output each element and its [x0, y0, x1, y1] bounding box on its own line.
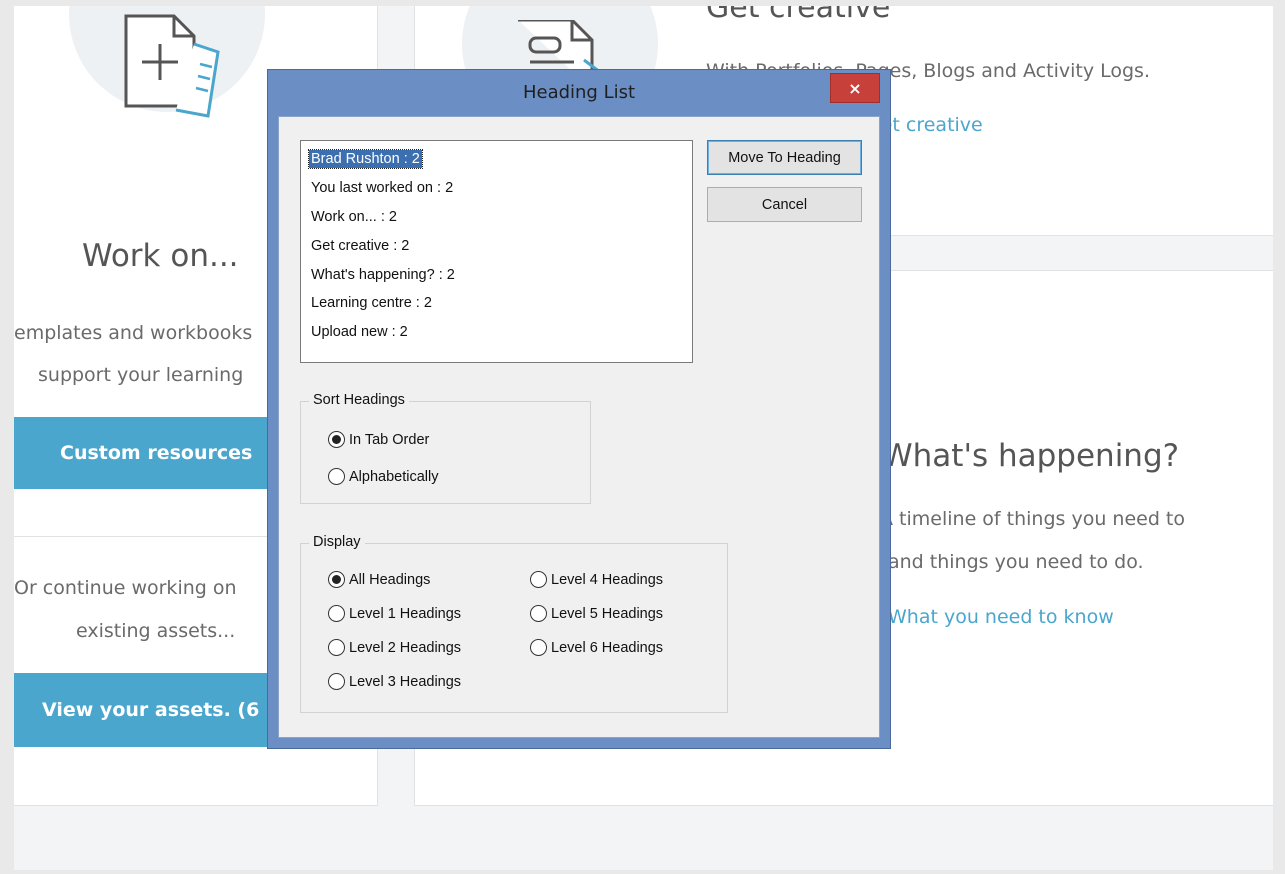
- heading-list-item[interactable]: Upload new : 2: [309, 318, 692, 347]
- view-assets-button[interactable]: View your assets. (6: [14, 673, 294, 747]
- dialog-body: Brad Rushton : 2 You last worked on : 2 …: [278, 116, 880, 738]
- radio-unselected-icon: [328, 468, 345, 485]
- radio-unselected-icon: [328, 639, 345, 656]
- work-on-description: emplates and workbooks: [14, 322, 253, 344]
- heading-list-item[interactable]: You last worked on : 2: [309, 174, 692, 203]
- move-to-heading-button[interactable]: Move To Heading: [707, 140, 862, 175]
- get-creative-title: Get creative: [706, 6, 891, 25]
- heading-list-dialog: Heading List × Brad Rushton : 2 You last…: [267, 69, 891, 749]
- close-button[interactable]: ×: [830, 73, 880, 103]
- radio-unselected-icon: [328, 673, 345, 690]
- work-on-title: Work on...: [82, 238, 239, 274]
- headings-listbox[interactable]: Brad Rushton : 2 You last worked on : 2 …: [300, 140, 693, 363]
- custom-resources-button[interactable]: Custom resources: [14, 417, 294, 489]
- radio-unselected-icon: [530, 639, 547, 656]
- sort-headings-group: Sort Headings In Tab Order Alphabeticall…: [300, 392, 591, 504]
- radio-in-tab-order[interactable]: In Tab Order: [328, 431, 429, 448]
- dialog-title: Heading List: [522, 82, 636, 103]
- new-document-icon: [124, 14, 220, 118]
- display-group: Display All Headings Level 1 Headings Le…: [300, 534, 728, 713]
- continue-working-text: Or continue working on: [14, 577, 237, 599]
- whats-happening-link[interactable]: What you need to know: [888, 606, 1114, 628]
- radio-level-5-headings[interactable]: Level 5 Headings: [530, 605, 663, 622]
- heading-list-item[interactable]: Get creative : 2: [309, 231, 692, 260]
- radio-alphabetically[interactable]: Alphabetically: [328, 468, 438, 485]
- whats-happening-description: A timeline of things you need to: [880, 508, 1186, 530]
- whats-happening-description: and things you need to do.: [888, 551, 1144, 573]
- radio-unselected-icon: [530, 571, 547, 588]
- continue-working-text: existing assets...: [76, 620, 236, 642]
- close-icon: ×: [848, 78, 862, 98]
- radio-unselected-icon: [530, 605, 547, 622]
- heading-list-item[interactable]: Brad Rushton : 2: [308, 145, 692, 174]
- radio-level-6-headings[interactable]: Level 6 Headings: [530, 639, 663, 656]
- radio-level-2-headings[interactable]: Level 2 Headings: [328, 639, 461, 656]
- display-label: Display: [309, 534, 365, 550]
- radio-selected-icon: [328, 571, 345, 588]
- radio-all-headings[interactable]: All Headings: [328, 571, 430, 588]
- radio-level-4-headings[interactable]: Level 4 Headings: [530, 571, 663, 588]
- heading-list-item[interactable]: Learning centre : 2: [309, 289, 692, 318]
- heading-list-item[interactable]: What's happening? : 2: [309, 260, 692, 289]
- dialog-title-bar[interactable]: Heading List ×: [268, 70, 890, 116]
- cancel-button[interactable]: Cancel: [707, 187, 862, 222]
- heading-list-item[interactable]: Work on... : 2: [309, 203, 692, 232]
- radio-unselected-icon: [328, 605, 345, 622]
- sort-headings-label: Sort Headings: [309, 392, 409, 408]
- whats-happening-title: What's happening?: [882, 438, 1180, 474]
- radio-level-1-headings[interactable]: Level 1 Headings: [328, 605, 461, 622]
- work-on-description: support your learning: [38, 364, 244, 386]
- radio-selected-icon: [328, 431, 345, 448]
- radio-level-3-headings[interactable]: Level 3 Headings: [328, 673, 461, 690]
